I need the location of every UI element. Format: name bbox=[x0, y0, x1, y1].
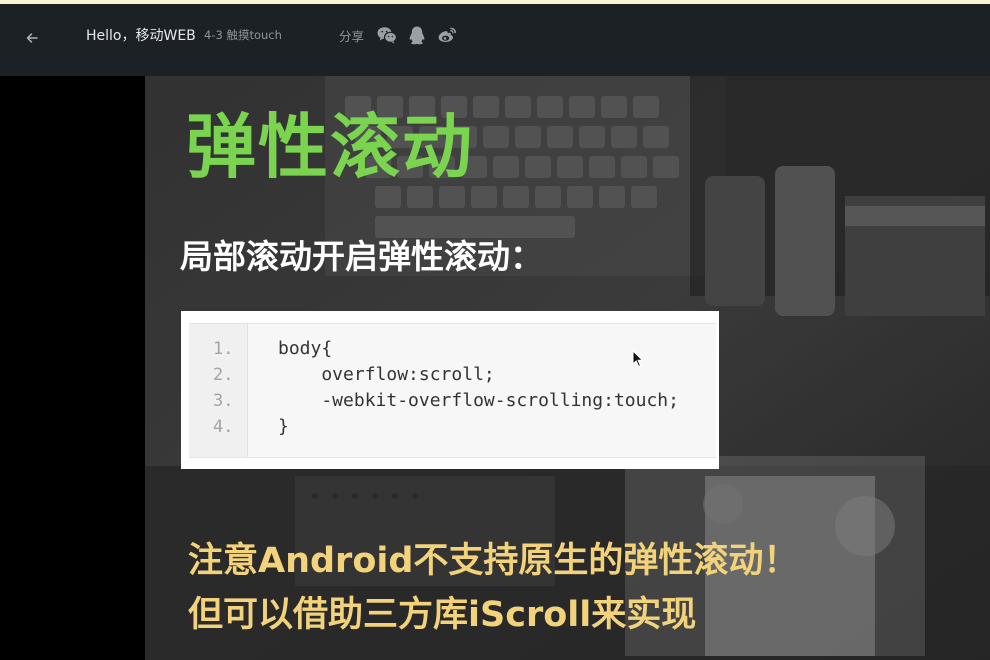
share-label: 分享 bbox=[339, 29, 365, 44]
slide-subtitle: 局部滚动开启弹性滚动： bbox=[180, 237, 543, 276]
lesson-subtitle: 4-3 触摸touch bbox=[204, 28, 282, 42]
line-number: 2. bbox=[213, 365, 234, 385]
code-line: body{ bbox=[278, 338, 333, 359]
video-header: Hello，移动WEB 4-3 触摸touch 分享 bbox=[0, 4, 990, 76]
wechat-icon bbox=[377, 27, 398, 44]
arrow-left-icon bbox=[26, 33, 38, 43]
code-block: 1. 2. 3. 4. body{ overflow:scroll; -webk… bbox=[181, 311, 719, 469]
back-button[interactable] bbox=[20, 26, 44, 50]
mouse-cursor-icon bbox=[632, 350, 644, 368]
course-title: Hello，移动WEB bbox=[86, 28, 196, 44]
note-line-1: 注意Android不支持原生的弹性滚动！ bbox=[188, 541, 799, 581]
wechat-share-button[interactable] bbox=[376, 24, 398, 46]
code-panel: 1. 2. 3. 4. body{ overflow:scroll; -webk… bbox=[189, 323, 716, 458]
code-line: -webkit-overflow-scrolling:touch; bbox=[278, 390, 679, 411]
code-line: } bbox=[278, 416, 289, 437]
slide-title: 弹性滚动 bbox=[186, 106, 474, 188]
line-number: 3. bbox=[213, 391, 234, 411]
line-number: 4. bbox=[213, 417, 234, 437]
video-slide[interactable]: 弹性滚动 局部滚动开启弹性滚动： 1. 2. 3. 4. body{ overf… bbox=[145, 76, 990, 660]
qq-share-button[interactable] bbox=[406, 24, 428, 46]
weibo-icon bbox=[438, 27, 456, 42]
letterbox-left bbox=[0, 76, 145, 660]
weibo-share-button[interactable] bbox=[436, 24, 458, 46]
line-number: 1. bbox=[213, 339, 234, 359]
code-line: overflow:scroll; bbox=[278, 364, 495, 385]
note-line-2: 但可以借助三方库iScroll来实现 bbox=[188, 595, 697, 635]
qq-icon bbox=[409, 26, 425, 45]
